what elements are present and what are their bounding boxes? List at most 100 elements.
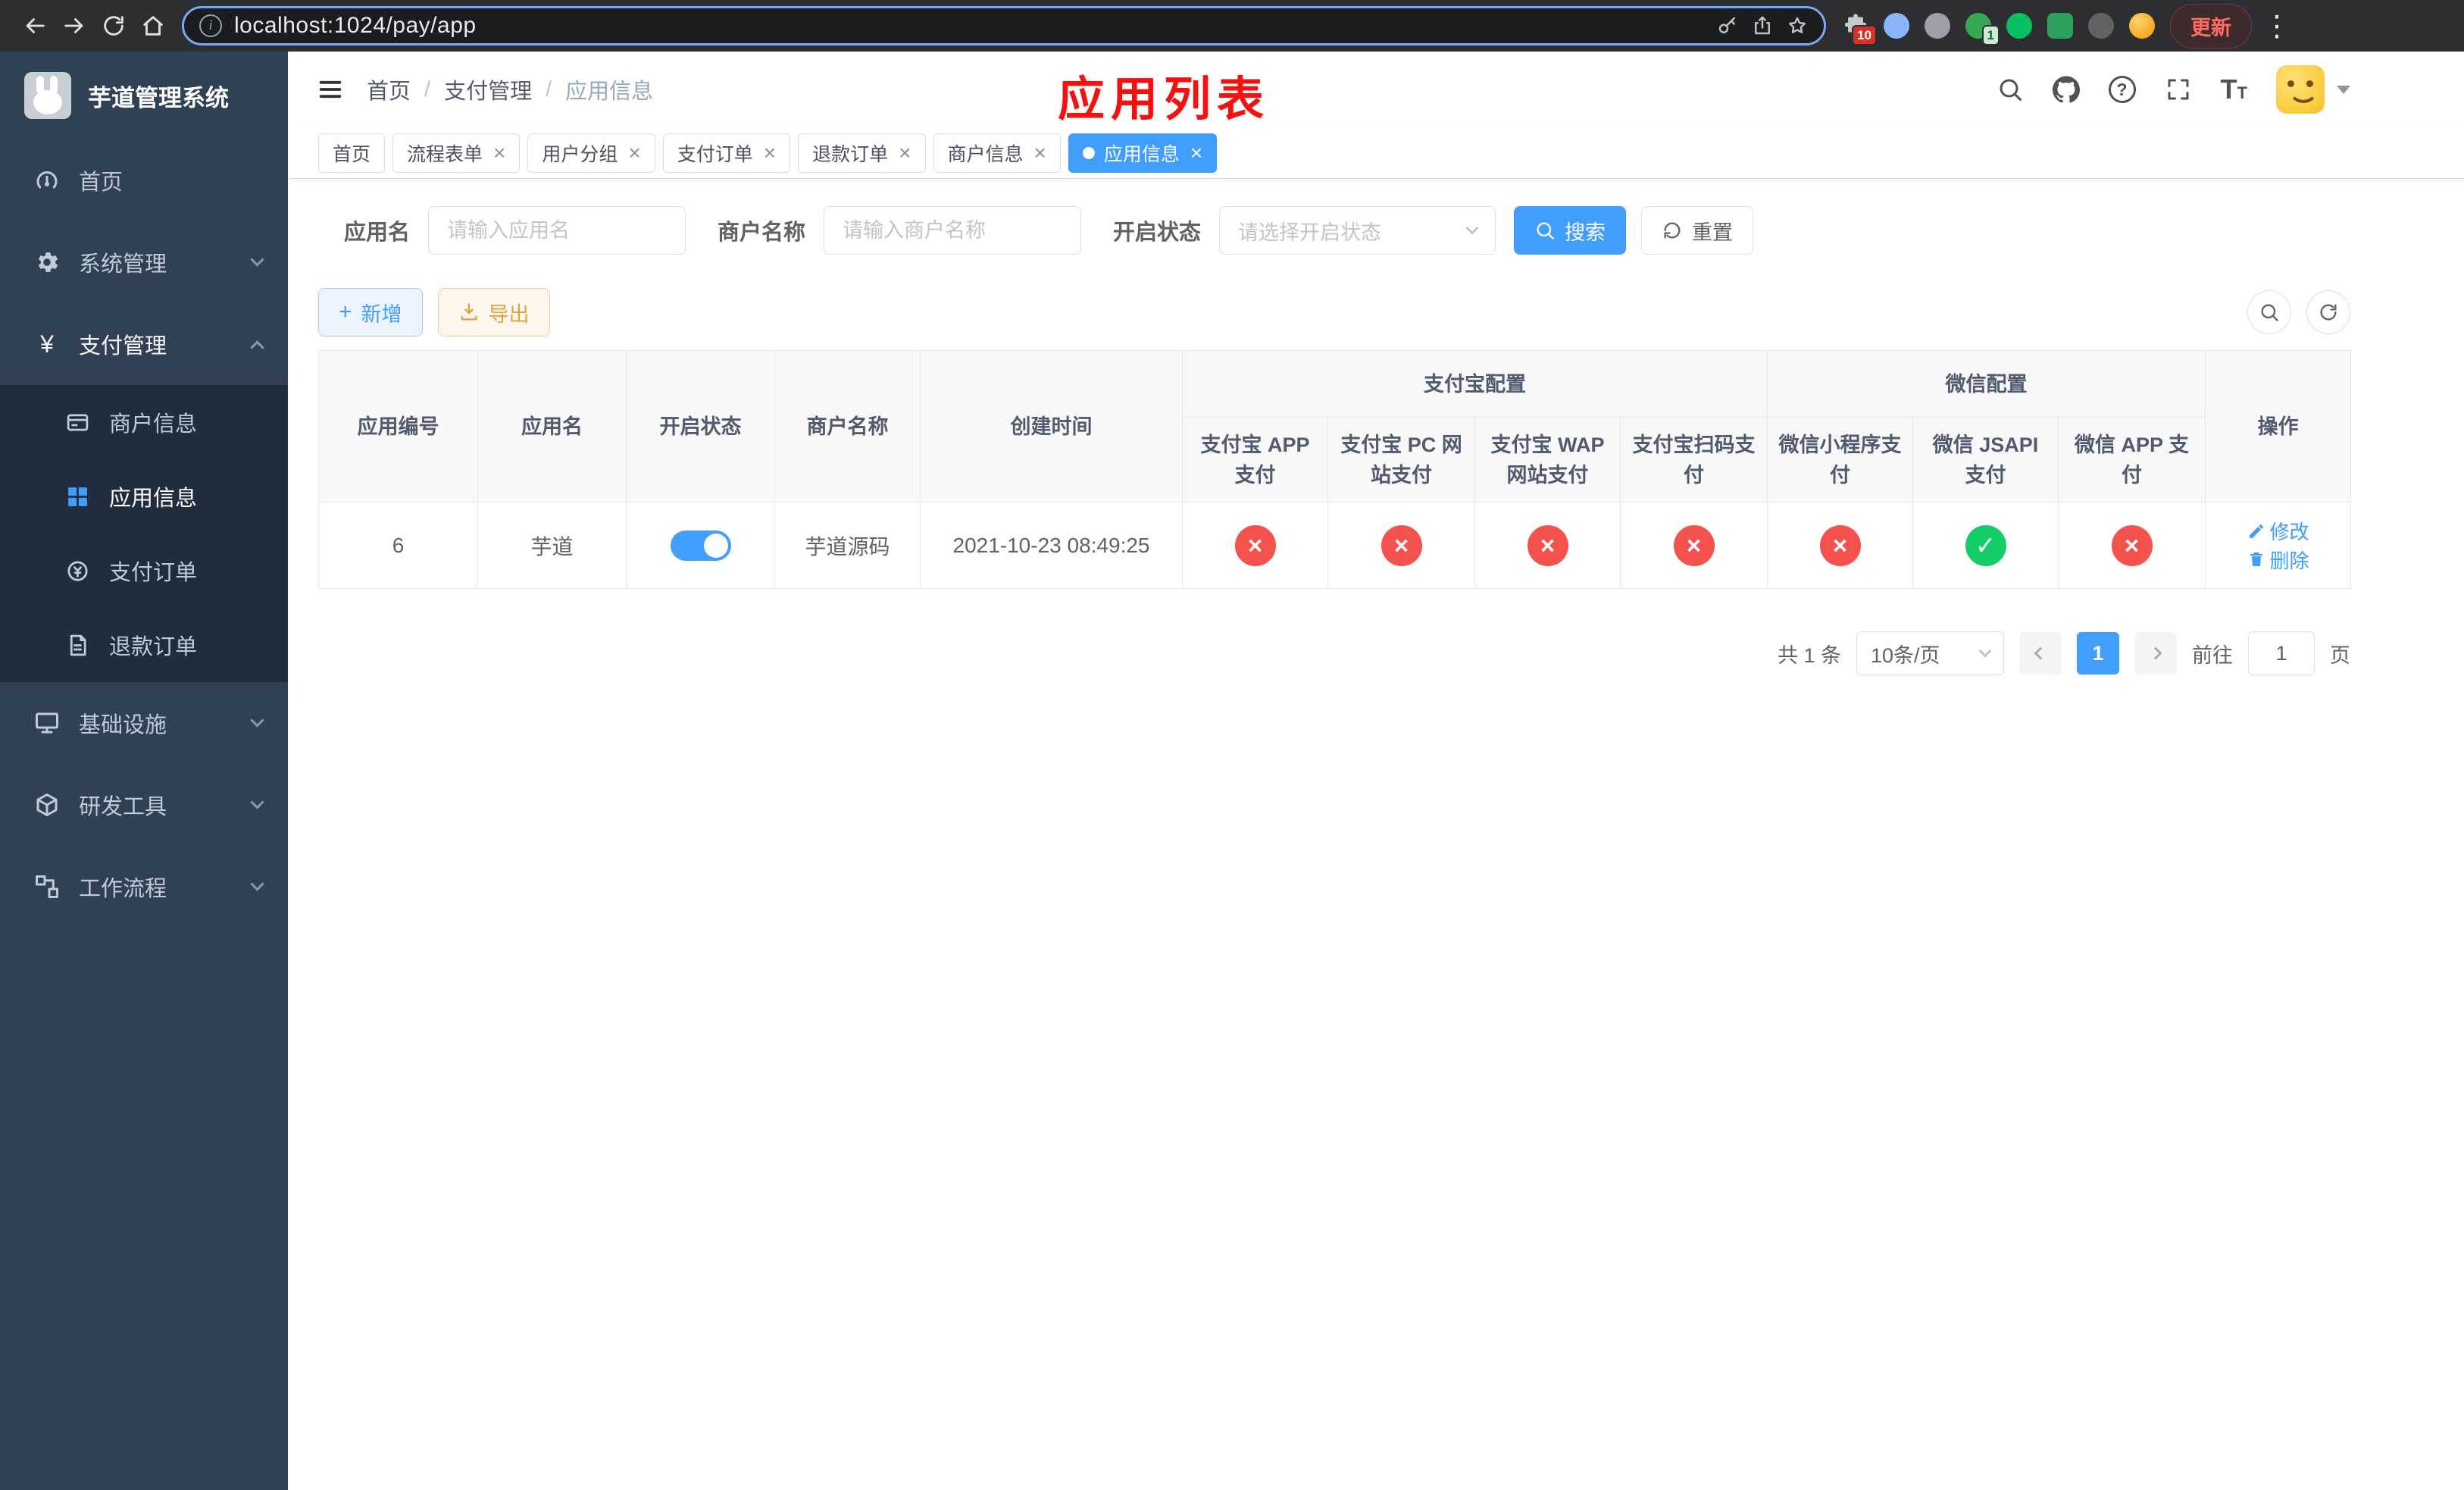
- sidebar-item-pay-order[interactable]: 支付订单: [0, 534, 288, 608]
- status-toggle[interactable]: [670, 530, 731, 561]
- tab-user-group[interactable]: 用户分组 ×: [527, 133, 655, 173]
- close-icon[interactable]: ×: [493, 142, 505, 164]
- tab-process-form[interactable]: 流程表单 ×: [392, 133, 521, 173]
- password-key-icon[interactable]: [1716, 14, 1739, 37]
- sidebar: 芋道管理系统 首页 系统管理 ¥ 支付管理 商户信息 应用信息 支付订单 退款订…: [0, 52, 288, 1490]
- wechat-group-header: 微信配置: [1766, 350, 2206, 418]
- refresh-icon: [1664, 222, 1681, 239]
- status-label: 开启状态: [1113, 221, 1202, 245]
- status-select[interactable]: 请选择开启状态: [1219, 206, 1496, 255]
- search-button[interactable]: 搜索: [1514, 206, 1627, 255]
- export-button[interactable]: 导出: [437, 288, 550, 337]
- sidebar-logo[interactable]: 芋道管理系统: [0, 52, 288, 139]
- extension-icon-blue[interactable]: [1879, 8, 1914, 43]
- app-name-input[interactable]: [428, 206, 686, 255]
- table-toolbar: + 新增 导出: [318, 288, 2350, 337]
- sidebar-item-home[interactable]: 首页: [0, 139, 288, 221]
- extensions-puzzle-icon[interactable]: 10: [1838, 8, 1877, 45]
- browser-forward-button[interactable]: [55, 6, 94, 45]
- delete-link[interactable]: 删除: [2247, 546, 2309, 574]
- extension-icon-dark[interactable]: [2084, 8, 2118, 43]
- chevron-down-icon: [250, 712, 264, 728]
- hamburger-icon[interactable]: [314, 73, 347, 106]
- goto-page-input[interactable]: [2248, 631, 2315, 675]
- breadcrumb-separator: /: [546, 77, 552, 102]
- close-icon[interactable]: ×: [764, 142, 776, 164]
- browser-home-button[interactable]: [133, 6, 173, 45]
- extensions-badge: 10: [1852, 25, 1877, 45]
- browser-reload-button[interactable]: [94, 6, 133, 45]
- extension-icon-green-square[interactable]: [2043, 8, 2078, 43]
- rabbit-logo-icon: [24, 72, 71, 119]
- tab-app-info[interactable]: 应用信息 ×: [1068, 133, 1218, 173]
- sidebar-item-devtools[interactable]: 研发工具: [0, 764, 288, 846]
- column-header: 微信小程序支付: [1767, 417, 1913, 502]
- browser-menu-icon[interactable]: ⋮: [2262, 9, 2291, 43]
- filter-form: 应用名 商户名称 开启状态 请选择开启状态 搜索 重置: [318, 206, 2464, 255]
- tab-home[interactable]: 首页: [318, 133, 386, 173]
- total-count: 共 1 条: [1777, 643, 1841, 667]
- sidebar-item-system[interactable]: 系统管理: [0, 221, 288, 303]
- share-icon[interactable]: [1751, 14, 1774, 37]
- refresh-table-button[interactable]: [2306, 290, 2350, 334]
- font-size-icon[interactable]: TT: [2221, 74, 2247, 105]
- page-annotation: 应用列表: [1058, 74, 1271, 126]
- page-size-select[interactable]: 10条/页: [1856, 631, 2004, 675]
- sidebar-item-app-info[interactable]: 应用信息: [0, 459, 288, 534]
- address-bar[interactable]: i localhost:1024/pay/app: [182, 6, 1826, 45]
- next-page-button[interactable]: [2134, 632, 2177, 675]
- page-number-button[interactable]: 1: [2077, 632, 2119, 675]
- extension-icon-green-badged[interactable]: 1: [1961, 8, 2000, 45]
- pencil-icon: [2249, 524, 2263, 538]
- help-icon[interactable]: ?: [2108, 76, 2136, 103]
- toggle-search-button[interactable]: [2247, 290, 2291, 334]
- breadcrumb-home[interactable]: 首页: [367, 74, 411, 105]
- sidebar-item-merchant-info[interactable]: 商户信息: [0, 385, 288, 459]
- merchant-name-input[interactable]: [824, 206, 1082, 255]
- extension-badge-green: 1: [1981, 25, 2000, 45]
- sidebar-item-label: 研发工具: [79, 795, 167, 819]
- profile-avatar-icon[interactable]: [2125, 8, 2159, 43]
- close-icon[interactable]: ×: [628, 142, 640, 164]
- bookmark-star-icon[interactable]: [1786, 14, 1809, 37]
- breadcrumb-section[interactable]: 支付管理: [444, 74, 532, 105]
- page-content: 应用名 商户名称 开启状态 请选择开启状态 搜索 重置: [288, 179, 2464, 675]
- trash-icon: [2250, 552, 2262, 566]
- cell-wechat-jsapi: ✓: [1912, 502, 2059, 589]
- sidebar-item-refund-order[interactable]: 退款订单: [0, 608, 288, 682]
- chevron-left-icon: [2034, 646, 2047, 660]
- cell-alipay-wap: ×: [1474, 502, 1621, 589]
- monitor-icon: [33, 709, 61, 737]
- close-icon[interactable]: ×: [1190, 142, 1202, 164]
- edit-link[interactable]: 修改: [2247, 517, 2309, 545]
- extension-icon-gray[interactable]: [1920, 8, 1955, 43]
- browser-update-button[interactable]: 更新: [2170, 3, 2252, 49]
- tab-pay-order[interactable]: 支付订单 ×: [662, 133, 791, 173]
- credit-card-icon: [64, 408, 91, 436]
- sidebar-item-payment[interactable]: ¥ 支付管理: [0, 303, 288, 385]
- chevron-right-icon: [2149, 646, 2162, 660]
- sidebar-item-infrastructure[interactable]: 基础设施: [0, 682, 288, 764]
- close-icon[interactable]: ×: [899, 142, 911, 164]
- add-button[interactable]: + 新增: [318, 288, 423, 337]
- workflow-icon: [33, 873, 61, 900]
- close-icon[interactable]: ×: [1034, 142, 1046, 164]
- sidebar-item-label: 基础设施: [79, 713, 167, 737]
- tab-merchant-info[interactable]: 商户信息 ×: [933, 133, 1061, 173]
- cell-status: [626, 502, 775, 589]
- extension-icon-wechat-green[interactable]: [2002, 8, 2037, 43]
- site-info-icon[interactable]: i: [199, 14, 222, 37]
- disabled-icon: ×: [1381, 524, 1422, 566]
- url-text[interactable]: localhost:1024/pay/app: [234, 13, 1704, 39]
- disabled-icon: ×: [1527, 524, 1568, 566]
- reset-button[interactable]: 重置: [1641, 206, 1754, 255]
- sidebar-item-workflow[interactable]: 工作流程: [0, 846, 288, 928]
- tab-refund-order[interactable]: 退款订单 ×: [798, 133, 926, 173]
- chevron-down-icon: [1978, 644, 1992, 658]
- search-icon[interactable]: [1997, 76, 2024, 103]
- github-icon[interactable]: [2052, 76, 2080, 103]
- prev-page-button[interactable]: [2019, 632, 2062, 675]
- browser-back-button[interactable]: [15, 6, 55, 45]
- fullscreen-icon[interactable]: [2165, 76, 2192, 103]
- user-menu[interactable]: [2276, 65, 2350, 114]
